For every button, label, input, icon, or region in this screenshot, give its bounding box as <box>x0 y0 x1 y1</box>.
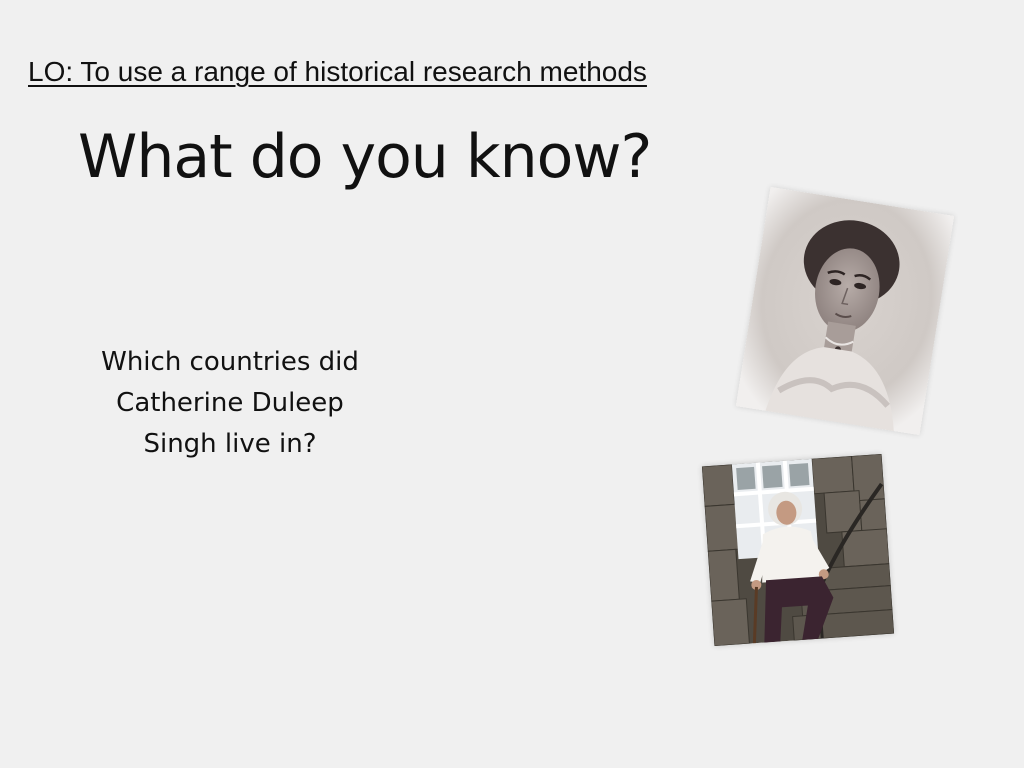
question-line: Catherine Duleep <box>116 388 344 418</box>
portrait-photo <box>735 186 955 436</box>
question-text: Which countries did Catherine Duleep Sin… <box>80 342 380 465</box>
learning-objective: LO: To use a range of historical researc… <box>28 56 647 87</box>
question-line: Which countries did <box>101 347 359 377</box>
slide-heading: What do you know? <box>78 122 652 192</box>
elderly-woman-photo <box>701 453 895 647</box>
question-line: Singh live in? <box>143 429 317 459</box>
